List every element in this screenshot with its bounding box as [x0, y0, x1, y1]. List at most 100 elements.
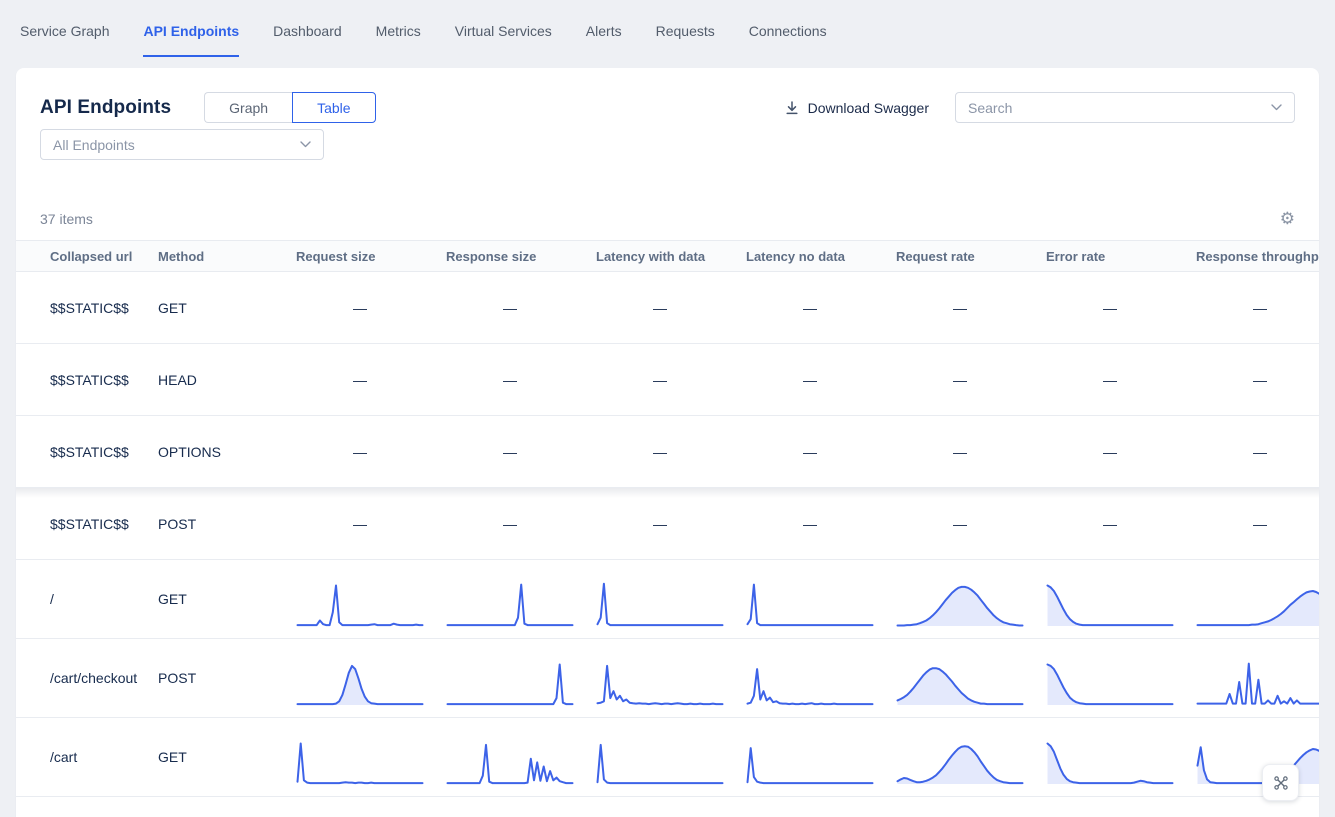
sparkline-request-rate [896, 735, 1024, 787]
cell-url: $$STATIC$$ [16, 516, 144, 532]
table-row[interactable]: /cart/checkout POST [16, 639, 1319, 718]
sparkline-error-rate [1046, 656, 1174, 708]
chevron-down-icon [300, 141, 311, 148]
sparkline-response-throughput [1196, 735, 1319, 787]
empty-metric: — [596, 516, 746, 532]
nav-item-connections[interactable]: Connections [749, 3, 827, 57]
table-row[interactable]: /cart GET [16, 718, 1319, 797]
empty-metric: — [446, 300, 596, 316]
cell-url: $$STATIC$$ [16, 300, 144, 316]
sparkline-response-size [446, 656, 574, 708]
table-row[interactable]: $$STATIC$$ HEAD — — — — — — — [16, 344, 1319, 416]
nav-item-dashboard[interactable]: Dashboard [273, 3, 342, 57]
empty-metric: — [896, 372, 1046, 388]
cell-method: GET [144, 749, 296, 765]
col-response-throughput: Response throughput [1196, 249, 1319, 264]
sparkline-request-size [296, 656, 424, 708]
sparkline-latency-no-data [746, 656, 874, 708]
col-method: Method [144, 249, 296, 264]
nav-item-service-graph[interactable]: Service Graph [20, 3, 109, 57]
nav-item-metrics[interactable]: Metrics [376, 3, 421, 57]
endpoint-filter-value: All Endpoints [53, 137, 135, 153]
col-collapsed-url: Collapsed url [16, 249, 144, 264]
download-icon [784, 100, 800, 116]
empty-metric: — [746, 372, 896, 388]
sparkline-latency-no-data [746, 577, 874, 629]
chevron-down-icon [1271, 104, 1282, 111]
sparkline-latency-with-data [596, 577, 724, 629]
empty-metric: — [596, 300, 746, 316]
col-latency-with-data: Latency with data [596, 249, 746, 264]
table-row [16, 797, 1319, 817]
sparkline-response-throughput [1196, 577, 1319, 629]
table-view-button[interactable]: Table [292, 92, 375, 123]
empty-metric: — [446, 516, 596, 532]
sparkline-error-rate [1046, 735, 1174, 787]
empty-metric: — [446, 372, 596, 388]
empty-metric: — [296, 300, 446, 316]
download-swagger-button[interactable]: Download Swagger [784, 100, 929, 116]
search-input[interactable]: Search [955, 92, 1295, 123]
sparkline-latency-with-data [596, 735, 724, 787]
graph-view-button[interactable]: Graph [204, 92, 292, 123]
nav-item-alerts[interactable]: Alerts [586, 3, 622, 57]
empty-metric: — [1196, 516, 1319, 532]
col-error-rate: Error rate [1046, 249, 1196, 264]
empty-metric: — [896, 300, 1046, 316]
col-response-size: Response size [446, 249, 596, 264]
endpoint-filter-select[interactable]: All Endpoints [40, 129, 324, 160]
cell-method: HEAD [144, 372, 296, 388]
cell-url: $$STATIC$$ [16, 372, 144, 388]
table-row[interactable]: $$STATIC$$ POST — — — — — — — [16, 488, 1319, 560]
empty-metric: — [296, 516, 446, 532]
empty-metric: — [296, 372, 446, 388]
empty-metric: — [596, 372, 746, 388]
col-request-size: Request size [296, 249, 446, 264]
endpoints-table: Collapsed url Method Request size Respon… [16, 240, 1319, 817]
sparkline-error-rate [1046, 577, 1174, 629]
cell-method: OPTIONS [144, 444, 296, 460]
settings-gear-icon[interactable]: ⚙ [1280, 210, 1295, 227]
sparkline-response-size [446, 735, 574, 787]
top-nav: Service Graph API Endpoints Dashboard Me… [0, 0, 1335, 60]
empty-metric: — [1046, 444, 1196, 460]
sparkline-latency-with-data [596, 656, 724, 708]
empty-metric: — [1196, 372, 1319, 388]
empty-metric: — [746, 444, 896, 460]
download-swagger-label: Download Swagger [808, 100, 929, 116]
cell-url: /cart/checkout [16, 670, 144, 686]
empty-metric: — [296, 444, 446, 460]
empty-metric: — [1046, 300, 1196, 316]
expand-icon [1272, 774, 1290, 792]
nav-item-requests[interactable]: Requests [656, 3, 715, 57]
sparkline-latency-no-data [746, 735, 874, 787]
sparkline-request-size [296, 577, 424, 629]
table-row[interactable]: $$STATIC$$ GET — — — — — — — [16, 272, 1319, 344]
cell-method: POST [144, 516, 296, 532]
sparkline-request-size [296, 735, 424, 787]
empty-metric: — [1196, 300, 1319, 316]
empty-metric: — [896, 444, 1046, 460]
empty-metric: — [1196, 444, 1319, 460]
nav-item-virtual-services[interactable]: Virtual Services [455, 3, 552, 57]
table-row[interactable]: / GET [16, 560, 1319, 639]
sparkline-response-throughput [1196, 656, 1319, 708]
col-latency-no-data: Latency no data [746, 249, 896, 264]
search-placeholder: Search [968, 100, 1012, 116]
view-toggle: Graph Table [204, 92, 375, 123]
col-request-rate: Request rate [896, 249, 1046, 264]
cell-url: $$STATIC$$ [16, 444, 144, 460]
empty-metric: — [1046, 372, 1196, 388]
expand-button[interactable] [1262, 764, 1299, 801]
table-header-row: Collapsed url Method Request size Respon… [16, 240, 1319, 272]
empty-metric: — [1046, 516, 1196, 532]
cell-method: GET [144, 300, 296, 316]
cell-url: /cart [16, 749, 144, 765]
empty-metric: — [896, 516, 1046, 532]
empty-metric: — [746, 300, 896, 316]
empty-metric: — [596, 444, 746, 460]
nav-item-api-endpoints[interactable]: API Endpoints [143, 3, 239, 57]
table-row[interactable]: $$STATIC$$ OPTIONS — — — — — — — [16, 416, 1319, 488]
empty-metric: — [746, 516, 896, 532]
sparkline-request-rate [896, 656, 1024, 708]
